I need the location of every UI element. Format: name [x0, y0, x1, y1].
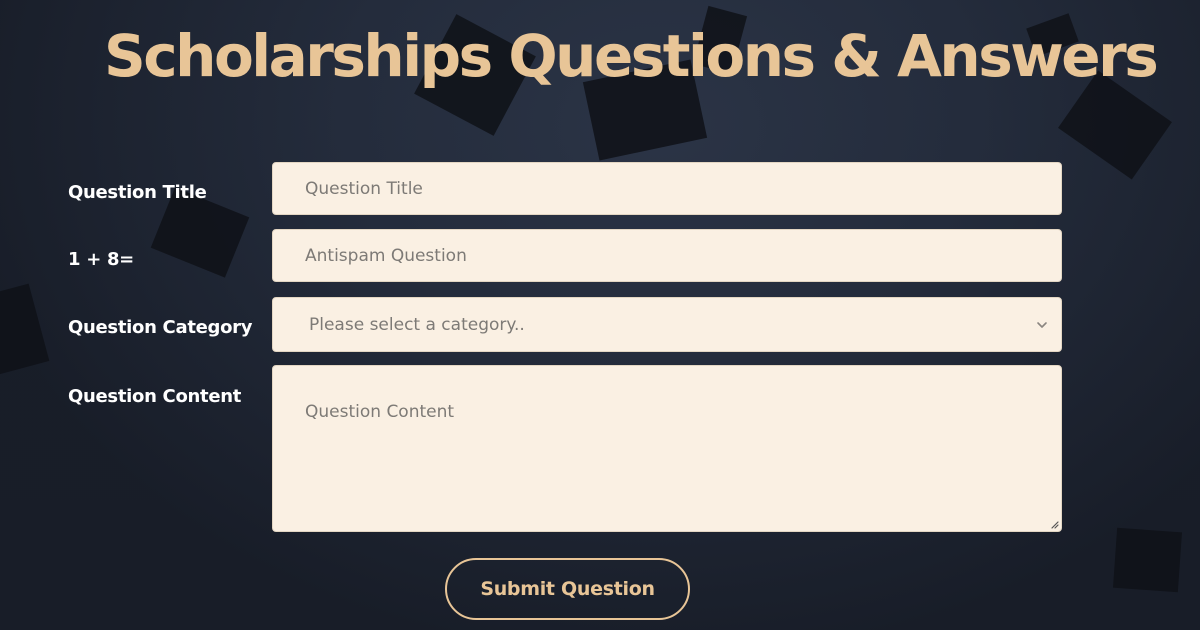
question-content-label: Question Content [68, 386, 242, 407]
graduation-cap-shape [1112, 527, 1183, 593]
question-title-label: Question Title [68, 182, 207, 203]
graduation-cap-shape [0, 283, 50, 377]
chevron-down-icon [1037, 321, 1047, 328]
question-content-textarea[interactable] [272, 365, 1062, 532]
page-title: Scholarships Questions & Answers [104, 22, 1159, 90]
antispam-input[interactable] [272, 229, 1062, 282]
question-title-input[interactable] [272, 162, 1062, 215]
question-category-label: Question Category [68, 317, 253, 338]
category-selected-value: Please select a category.. [309, 314, 525, 335]
antispam-label: 1 + 8= [68, 249, 134, 270]
question-category-select[interactable]: Please select a category.. [272, 297, 1062, 352]
submit-question-button[interactable]: Submit Question [445, 558, 690, 620]
